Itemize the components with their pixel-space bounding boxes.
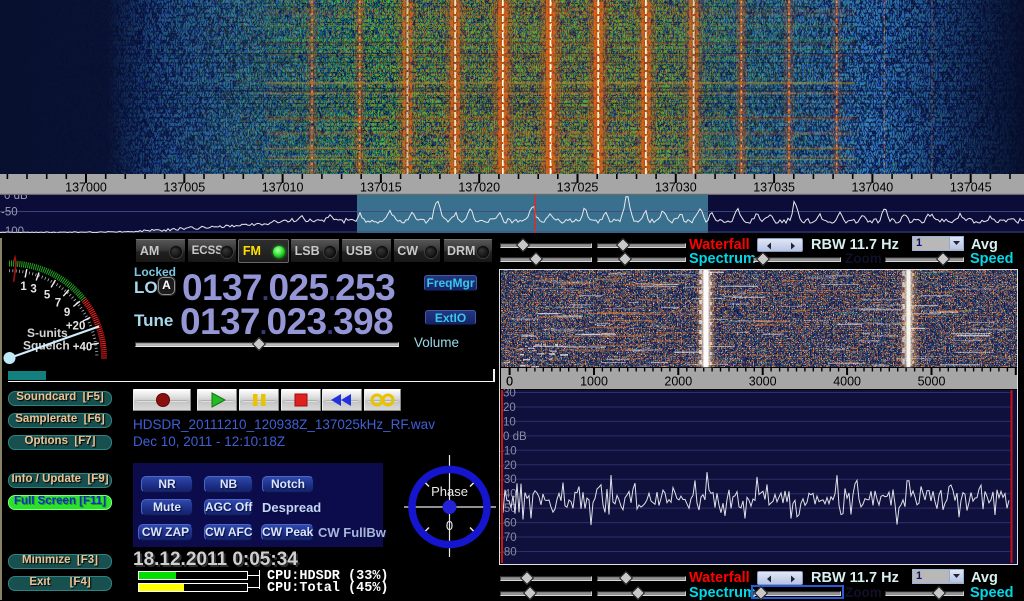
svg-text:137040: 137040 [852,181,894,195]
svg-text:1: 1 [20,281,27,293]
svg-text:-50: -50 [1,207,18,219]
svg-text:137020: 137020 [458,181,500,195]
svg-text:137035: 137035 [753,181,795,195]
svg-text:137000: 137000 [65,181,107,195]
svg-text:20: 20 [503,402,516,414]
svg-text:+40: +40 [73,341,93,353]
svg-text:5000: 5000 [918,375,946,389]
svg-text:10: 10 [503,416,516,428]
svg-text:9: 9 [64,307,70,319]
svg-text:30: 30 [503,389,516,400]
svg-text:5: 5 [44,290,51,302]
svg-text:1000: 1000 [580,375,608,389]
svg-text:137010: 137010 [262,181,304,195]
svg-text:2000: 2000 [664,375,692,389]
svg-text:137025: 137025 [557,181,599,195]
svg-text:4000: 4000 [833,375,861,389]
svg-text:137015: 137015 [360,181,402,195]
svg-text:3: 3 [30,284,36,296]
svg-text:0: 0 [446,518,453,533]
svg-text:7: 7 [55,298,61,310]
svg-text:Phase: Phase [431,484,468,499]
svg-text:0: 0 [506,375,513,389]
svg-text:+20: +20 [66,320,86,332]
svg-text:137005: 137005 [163,181,205,195]
svg-text:0 dB: 0 dB [503,431,527,443]
svg-text:0 dB: 0 dB [4,195,28,202]
svg-text:137045: 137045 [950,181,992,195]
svg-text:137030: 137030 [655,181,697,195]
svg-text:3000: 3000 [749,375,777,389]
